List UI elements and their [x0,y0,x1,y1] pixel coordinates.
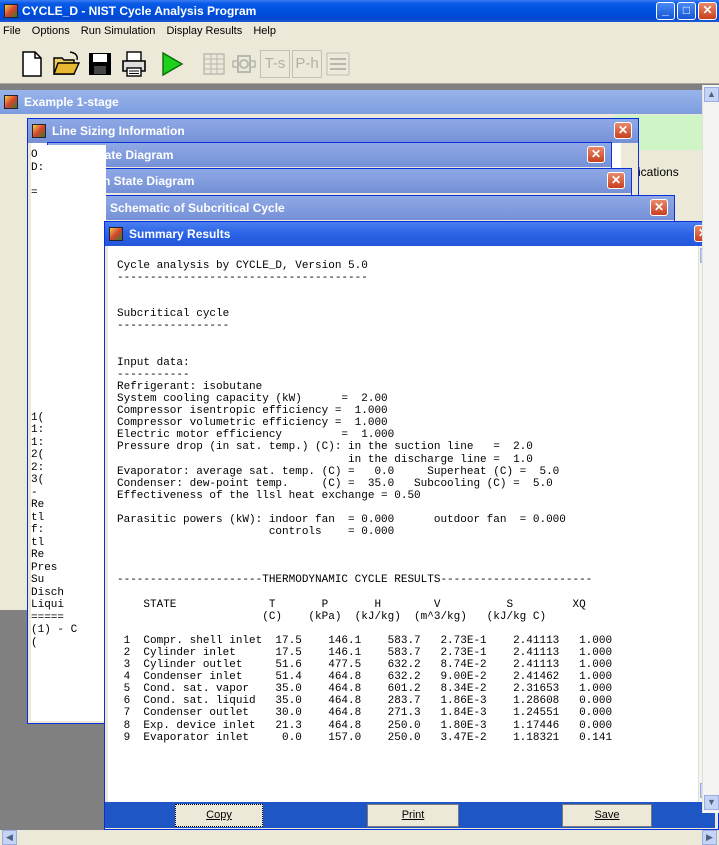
ph-diagram-icon[interactable]: P-h [292,50,322,78]
summary-text-area[interactable]: Cycle analysis by CYCLE_D, Version 5.0 -… [108,246,698,802]
menu-help[interactable]: Help [252,25,277,37]
bg-line: 1: [31,424,45,436]
menu-file[interactable]: File [2,25,22,37]
summary-text: Cycle analysis by CYCLE_D, Version 5.0 -… [117,260,613,744]
window-summary: Summary Results ✕ Cycle analysis by CYCL… [104,221,719,830]
bg-line: (1) - C [31,624,78,636]
bg-line: O [31,149,38,161]
bg-line [31,212,106,225]
bg-line [31,249,106,262]
bg-line: Re [31,499,45,511]
mdi-scrollbar[interactable]: ▲ ▼ [702,85,719,813]
close-icon[interactable]: ✕ [650,199,668,216]
horizontal-scrollbar[interactable]: ◀ ▶ [0,830,719,845]
close-icon[interactable]: ✕ [614,122,632,139]
menu-options[interactable]: Options [31,25,71,37]
bg-line: = [31,186,38,199]
table-icon[interactable] [200,50,228,78]
copy-button[interactable]: Copy [175,804,263,827]
bg-line: 3( [31,474,45,486]
bg-line [31,224,106,237]
bg-line [31,362,106,375]
minimize-icon[interactable]: _ [656,2,675,20]
window-icon [4,95,18,109]
compressor-icon[interactable] [230,50,258,78]
window-schematic-titlebar[interactable]: Schematic of Subcritical Cycle ✕ [86,196,674,220]
bg-line: 1: [31,436,45,449]
window-summary-title: Summary Results [129,227,231,241]
bg-line: 1( [31,411,45,424]
bg-line [31,374,106,387]
close-icon[interactable]: ✕ [587,146,605,163]
bg-line: Su [31,574,45,586]
lines-icon[interactable] [324,50,352,78]
background-text-column: O D: = 1(1: 1: 2(2: 3(- Re tl f: tl Re Pres Su Disch Li… [31,145,106,705]
bg-line: ( [31,636,38,649]
bg-line: Liqui [31,599,65,611]
bg-line: Disch [31,586,65,599]
scroll-down-icon[interactable]: ▼ [704,795,719,810]
app-title: CYCLE_D - NIST Cycle Analysis Program [22,4,257,18]
run-icon[interactable] [158,50,186,78]
bg-line: tl [31,511,45,524]
save-button[interactable]: Save [562,804,652,827]
window-ph-titlebar[interactable]: P-h State Diagram ✕ [67,169,631,193]
bg-line [31,337,106,350]
mdi-workspace: Example 1-stage ications Line Sizing Inf… [0,85,719,830]
ts-diagram-icon[interactable]: T-s [260,50,290,78]
close-icon[interactable]: ✕ [698,2,717,20]
window-summary-titlebar[interactable]: Summary Results ✕ [105,222,718,246]
window-example-titlebar[interactable]: Example 1-stage [0,90,719,114]
window-ts-titlebar[interactable]: T-s State Diagram ✕ [48,143,611,167]
window-schematic-title: Schematic of Subcritical Cycle [110,201,285,215]
menu-display-results[interactable]: Display Results [165,25,243,37]
bg-line: ===== [31,611,65,624]
bg-line: 2: [31,461,45,474]
bg-line: Re [31,549,45,561]
bg-line [31,274,106,287]
bg-line [31,237,106,250]
bg-line: tl [31,536,45,549]
scroll-up-icon[interactable]: ▲ [704,87,719,102]
close-icon[interactable]: ✕ [607,172,625,189]
app-icon [4,4,18,18]
window-icon [109,227,123,241]
bg-line [31,174,106,187]
scroll-right-icon[interactable]: ▶ [702,830,717,845]
print-button[interactable]: Print [367,804,459,827]
bg-line [31,387,106,400]
background-tab-label: ications [638,165,679,179]
maximize-icon[interactable]: □ [677,2,696,20]
bg-line: D: [31,161,45,174]
window-example-title: Example 1-stage [24,95,119,109]
window-line-sizing-title: Line Sizing Information [52,124,185,138]
scroll-left-icon[interactable]: ◀ [2,830,17,845]
open-folder-icon[interactable] [52,50,80,78]
menu-run-simulation[interactable]: Run Simulation [80,25,157,37]
app-title-bar: CYCLE_D - NIST Cycle Analysis Program _ … [0,0,719,22]
window-icon [32,124,46,138]
menu-bar: File Options Run Simulation Display Resu… [0,22,719,40]
bg-line [31,399,106,412]
window-ph-title: P-h State Diagram [91,174,195,188]
bg-line: 2( [31,449,45,461]
bg-line [31,287,106,300]
bg-line: f: [31,524,45,536]
bg-line [31,262,106,275]
window-line-sizing-titlebar[interactable]: Line Sizing Information ✕ [28,119,638,143]
print-icon[interactable] [120,50,148,78]
new-file-icon[interactable] [18,50,46,78]
bg-line [31,199,106,212]
bg-line [31,349,106,362]
summary-button-bar: Copy Print Save [105,802,715,828]
toolbar: T-s P-h [0,40,719,84]
bg-line [31,324,106,337]
bg-line [31,299,106,312]
save-disk-icon[interactable] [86,50,114,78]
bg-line: Pres [31,561,58,574]
bg-line: - [31,486,38,499]
bg-line [31,312,106,325]
